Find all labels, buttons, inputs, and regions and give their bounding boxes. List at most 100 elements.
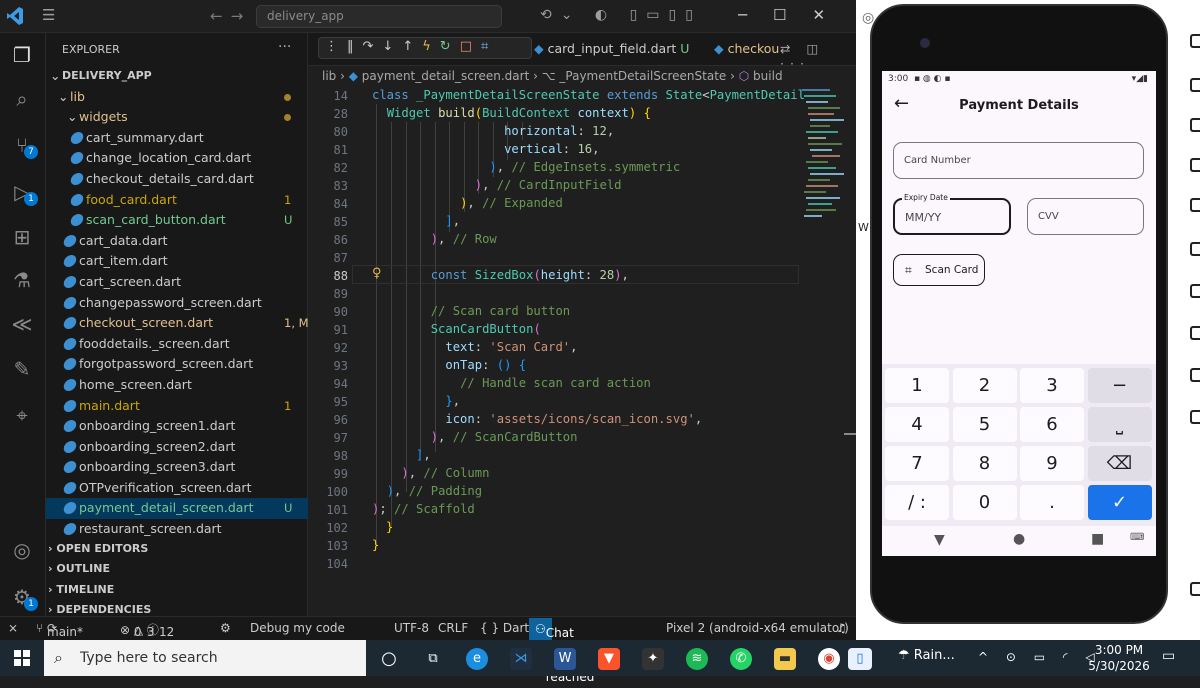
folder-lib[interactable]: ⌄ lib: [46, 87, 308, 108]
file-item[interactable]: food_card.dart 1: [46, 190, 308, 211]
key-period[interactable]: .: [1020, 485, 1084, 520]
brave-icon[interactable]: ▼: [598, 648, 620, 670]
file-item[interactable]: main.dart 1: [46, 396, 308, 417]
scrollbar-marker[interactable]: [844, 433, 856, 435]
inspect-icon[interactable]: ⌖: [8, 401, 36, 429]
pause-icon[interactable]: ‖: [347, 39, 363, 54]
file-item[interactable]: fooddetails._screen.dart: [46, 334, 308, 355]
expiry-date-field[interactable]: MM/YY: [893, 198, 1011, 235]
branch-indicator[interactable]: ⑂ main* ⟳: [36, 621, 83, 639]
taskbar-clock[interactable]: 3:00 PM 5/30/2026: [1084, 642, 1154, 674]
remote-explorer-icon[interactable]: ≪: [8, 310, 36, 338]
drag-handle-icon[interactable]: ⋮: [325, 39, 347, 54]
key-2[interactable]: 2: [952, 368, 1017, 403]
inspector-icon[interactable]: ⌗: [481, 39, 497, 54]
figma-icon[interactable]: ✦: [642, 648, 664, 670]
file-item[interactable]: onboarding_screen2.dart: [46, 437, 308, 458]
file-item[interactable]: forgotpassword_screen.dart: [46, 354, 308, 375]
windows-start-icon[interactable]: [14, 650, 30, 666]
key-backspace[interactable]: ⌫: [1087, 446, 1152, 481]
extensions-icon[interactable]: ⊞: [8, 223, 36, 251]
file-item[interactable]: cart_data.dart: [46, 231, 308, 252]
run-debug-icon[interactable]: ▷ 1: [8, 178, 38, 206]
code-editor[interactable]: 14 28 80 81 82 83 84 85 86 87 88 89 90 91 92 93 94 95 96 97…: [308, 86, 856, 616]
cortana-icon[interactable]: ○: [378, 648, 400, 670]
file-item[interactable]: cart_summary.dart: [46, 128, 308, 149]
more-icon[interactable]: [1190, 582, 1200, 596]
card-number-field[interactable]: Card Number: [893, 142, 1144, 179]
key-5[interactable]: 5: [952, 407, 1017, 442]
volume-up-icon[interactable]: [1190, 78, 1200, 92]
source-control-icon[interactable]: ⑂ 7: [8, 131, 38, 159]
key-4[interactable]: 4: [885, 407, 949, 442]
key-done[interactable]: ✓: [1087, 485, 1152, 520]
problems-indicator[interactable]: ⊗ 0 △ 3 ⓘ 12: [120, 621, 174, 639]
rotate-right-icon[interactable]: [1190, 198, 1200, 212]
file-item[interactable]: payment_detail_screen.dart U: [46, 498, 308, 520]
nav-back-icon[interactable]: ▼: [934, 532, 945, 548]
key-7[interactable]: 7: [885, 446, 949, 481]
file-item[interactable]: checkout_details_card.dart: [46, 169, 308, 190]
edge-icon[interactable]: e: [466, 648, 488, 670]
file-explorer-icon[interactable]: ▬: [774, 648, 796, 670]
file-item[interactable]: checkout_screen.dart 1, M: [46, 313, 309, 334]
edit-tool-icon[interactable]: ✎: [8, 355, 36, 383]
debug-status[interactable]: Debug my code: [250, 621, 345, 635]
file-item[interactable]: onboarding_screen3.dart: [46, 457, 308, 478]
file-item[interactable]: scan_card_button.dart U: [46, 210, 308, 231]
file-item[interactable]: onboarding_screen1.dart: [46, 416, 308, 437]
back-icon[interactable]: [1190, 326, 1200, 340]
command-center-search[interactable]: delivery_app: [256, 5, 502, 28]
settings-gear-icon[interactable]: ⚙ 1: [8, 583, 38, 611]
chat-quota-status[interactable]: ⚇ Chat quota reached: [529, 618, 594, 684]
taskbar-search[interactable]: ⌕ Type here to search: [44, 640, 366, 676]
remote-icon[interactable]: ⨯: [8, 621, 18, 635]
spotify-icon[interactable]: ≋: [686, 648, 708, 670]
chrome-icon[interactable]: ◉: [818, 648, 840, 670]
language-status[interactable]: { } Dart: [480, 621, 529, 635]
encoding-status[interactable]: UTF-8: [394, 621, 429, 635]
screenshot-icon[interactable]: [1190, 242, 1200, 256]
section-outline[interactable]: › OUTLINE: [48, 559, 110, 579]
file-item[interactable]: changepassword_screen.dart: [46, 293, 308, 314]
restart-icon[interactable]: ↻: [440, 39, 460, 54]
folder-widgets[interactable]: ⌄ widgets: [46, 107, 308, 128]
key-slash-colon[interactable]: / :: [885, 485, 949, 520]
lightbulb-icon[interactable]: ♀: [372, 266, 382, 281]
notification-center-icon[interactable]: ▭: [1162, 648, 1175, 664]
more-actions-icon[interactable]: ···: [278, 39, 291, 55]
eol-status[interactable]: CRLF: [438, 621, 468, 635]
stop-icon[interactable]: □: [460, 39, 481, 54]
zoom-icon[interactable]: [1190, 284, 1200, 298]
tab-checkout[interactable]: ◆ checkou: [714, 41, 779, 56]
rotate-left-icon[interactable]: [1190, 158, 1200, 172]
tab-card-input-field[interactable]: ◆ card_input_field.dart U: [534, 41, 689, 56]
file-item[interactable]: cart_screen.dart: [46, 272, 308, 293]
folder-root[interactable]: ⌄ DELIVERY_APP: [46, 66, 308, 87]
minimap[interactable]: [800, 86, 848, 226]
nav-arrows[interactable]: ←→: [210, 7, 251, 25]
cvv-field[interactable]: CVV: [1027, 198, 1144, 235]
section-open-editors[interactable]: › OPEN EDITORS: [48, 539, 148, 559]
nav-recents-icon[interactable]: ■: [1091, 531, 1104, 547]
file-item[interactable]: cart_item.dart: [46, 251, 308, 272]
hot-reload-icon[interactable]: ϟ: [422, 39, 440, 54]
notifications-bell-icon[interactable]: ♫: [836, 621, 847, 635]
account-icon[interactable]: ◎: [8, 536, 36, 564]
debug-icon[interactable]: ⚙: [220, 621, 231, 635]
file-item[interactable]: restaurant_screen.dart: [46, 519, 308, 540]
key-0[interactable]: 0: [952, 485, 1017, 520]
whatsapp-icon[interactable]: ✆: [730, 648, 752, 670]
section-timeline[interactable]: › TIMELINE: [48, 580, 114, 600]
key-9[interactable]: 9: [1020, 446, 1084, 481]
step-over-icon[interactable]: ↷: [363, 39, 383, 54]
file-item[interactable]: home_screen.dart: [46, 375, 308, 396]
weather-widget[interactable]: ☂ Rain...: [898, 648, 955, 663]
key-3[interactable]: 3: [1020, 368, 1084, 403]
step-out-icon[interactable]: ↑: [402, 39, 422, 54]
file-item[interactable]: OTPverification_screen.dart: [46, 478, 308, 499]
testing-icon[interactable]: ⚗: [8, 266, 36, 294]
home-icon[interactable]: [1190, 368, 1200, 382]
scan-card-button[interactable]: ⌗ Scan Card: [893, 254, 985, 286]
key-minus[interactable]: −: [1087, 368, 1152, 403]
